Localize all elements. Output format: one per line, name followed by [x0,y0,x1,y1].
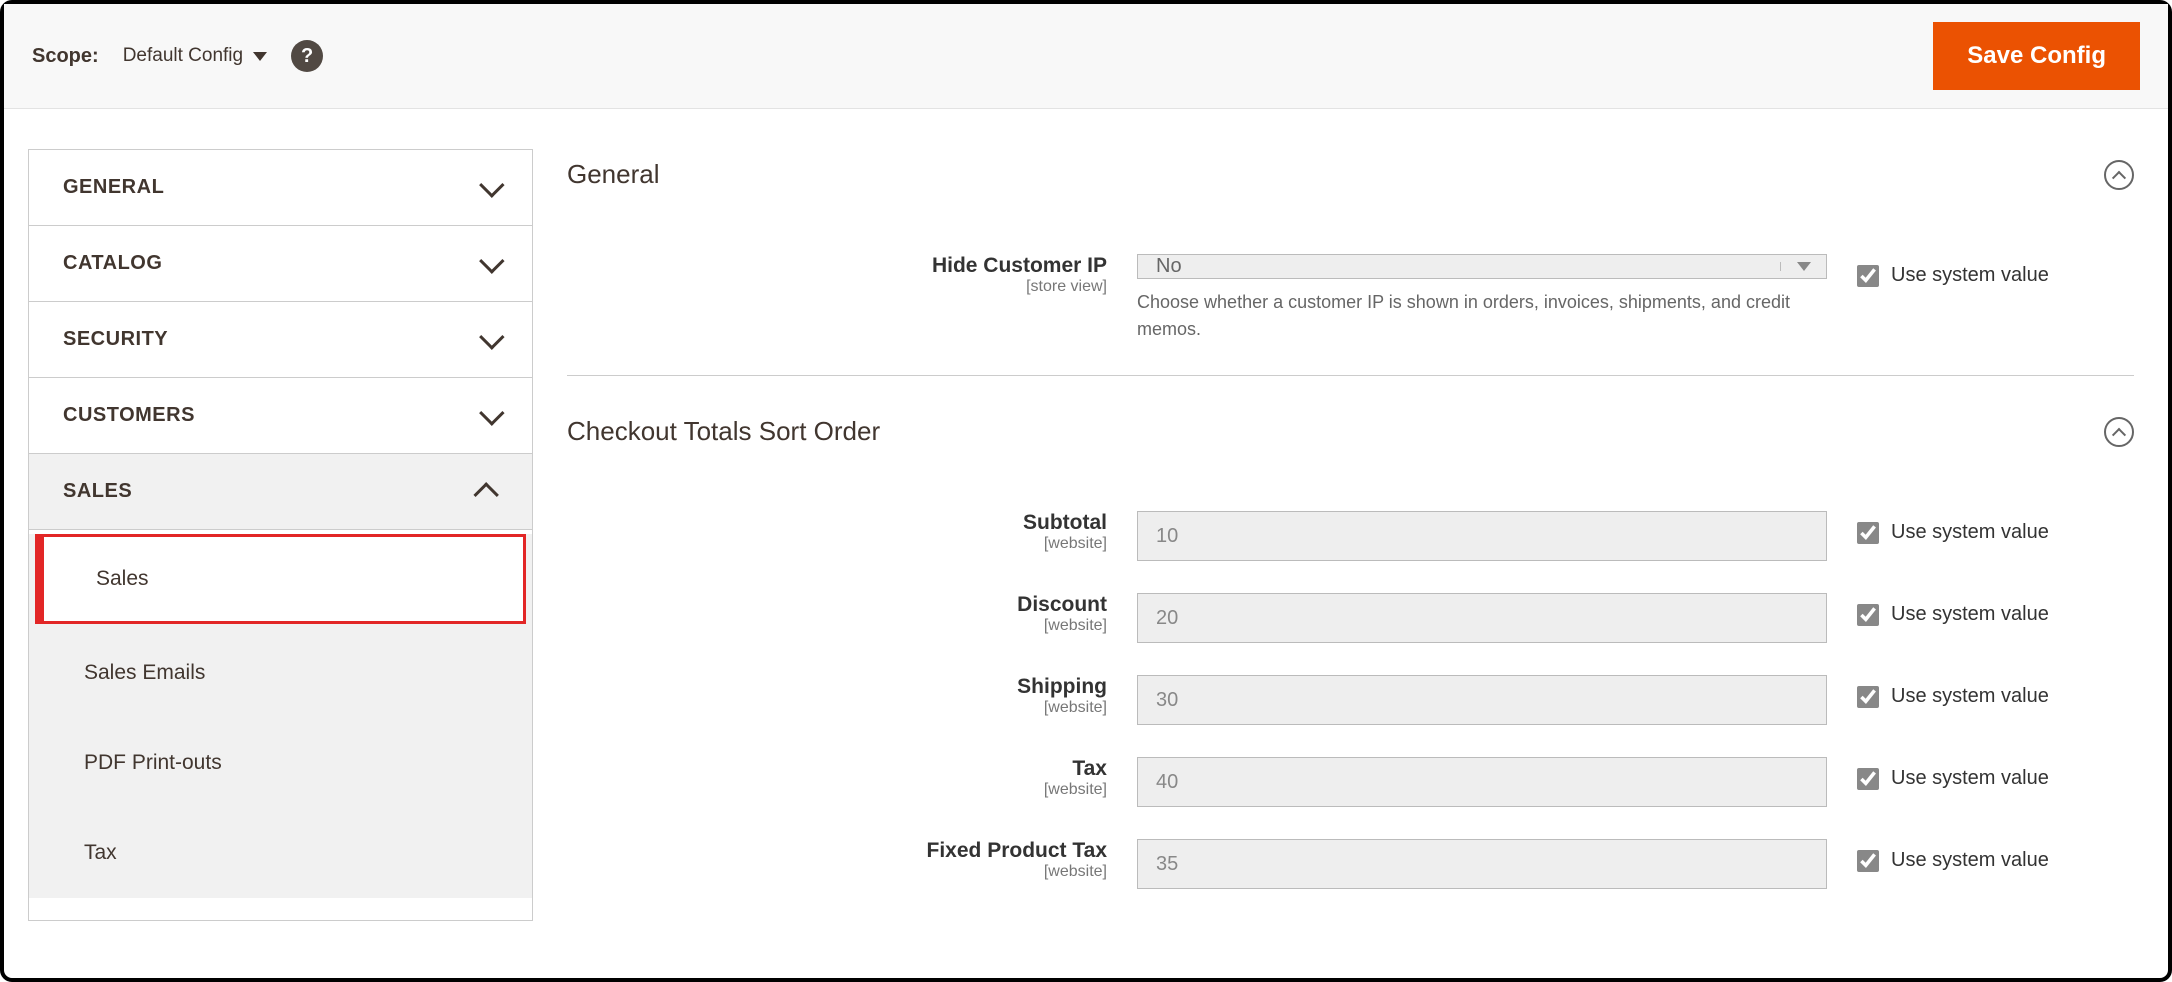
sidebar-sublist-sales: Sales Sales Emails PDF Print-outs Tax [29,534,532,898]
sidebar-item-sales-emails[interactable]: Sales Emails [29,628,532,718]
field-control: Use system value [1137,757,2134,807]
save-config-button[interactable]: Save Config [1933,22,2140,90]
scope-value: Default Config [123,45,243,67]
sidebar-group-label: GENERAL [63,176,164,199]
collapse-button[interactable] [2104,160,2134,190]
use-system-value-check[interactable]: Use system value [1857,254,2049,287]
field-shipping: Shipping [website] Use system value [567,675,2134,725]
chevron-down-icon [479,172,504,197]
field-tax: Tax [website] Use system value [567,757,2134,807]
shipping-input[interactable] [1137,675,1827,725]
field-discount: Discount [website] Use system value [567,593,2134,643]
select-value: No [1156,255,1182,278]
use-system-value-check[interactable]: Use system value [1857,511,2049,544]
field-label: Subtotal [website] [567,511,1107,553]
field-scope: [website] [567,863,1107,881]
use-system-value-check[interactable]: Use system value [1857,839,2049,872]
use-system-value-checkbox[interactable] [1857,850,1879,872]
section-title: Checkout Totals Sort Order [567,416,880,447]
field-label: Hide Customer IP [store view] [567,254,1107,296]
sidebar-group-customers[interactable]: CUSTOMERS [29,378,532,454]
field-scope: [website] [567,699,1107,717]
chevron-down-icon [479,324,504,349]
use-system-value-checkbox[interactable] [1857,265,1879,287]
sidebar-group-catalog[interactable]: CATALOG [29,226,532,302]
field-label-text: Fixed Product Tax [927,839,1107,862]
section-divider [567,375,2134,376]
section-header-checkout-totals[interactable]: Checkout Totals Sort Order [567,406,2134,481]
hide-ip-select[interactable]: No [1137,254,1827,279]
field-scope: [store view] [567,278,1107,296]
tax-input[interactable] [1137,757,1827,807]
field-label: Tax [website] [567,757,1107,799]
field-label-text: Tax [1072,757,1107,780]
field-control: Use system value [1137,839,2134,889]
topbar-left: Scope: Default Config ? [32,40,323,72]
field-label-text: Subtotal [1023,511,1107,534]
field-label: Discount [website] [567,593,1107,635]
use-system-value-label: Use system value [1891,521,2049,544]
main-panel: General Hide Customer IP [store view] No… [567,149,2144,921]
scope-dropdown[interactable]: Default Config [123,45,267,67]
sidebar-group-label: SALES [63,480,132,503]
use-system-value-label: Use system value [1891,685,2049,708]
chevron-up-icon [473,482,498,507]
use-system-value-label: Use system value [1891,767,2049,790]
chevron-down-icon [479,400,504,425]
field-control: Use system value [1137,675,2134,725]
field-control: No Choose whether a customer IP is shown… [1137,254,2134,343]
use-system-value-checkbox[interactable] [1857,768,1879,790]
sidebar-item-sales[interactable]: Sales [35,534,526,624]
use-system-value-check[interactable]: Use system value [1857,757,2049,790]
use-system-value-label: Use system value [1891,849,2049,872]
use-system-value-label: Use system value [1891,264,2049,287]
field-label: Fixed Product Tax [website] [567,839,1107,881]
caret-down-icon [253,52,267,61]
field-scope: [website] [567,535,1107,553]
section-title: General [567,159,660,190]
sidebar-item-pdf-printouts[interactable]: PDF Print-outs [29,718,532,808]
chevron-up-icon [2112,170,2126,184]
section-header-general[interactable]: General [567,149,2134,224]
field-fixed-product-tax: Fixed Product Tax [website] Use system v… [567,839,2134,889]
sidebar-group-label: CUSTOMERS [63,404,195,427]
use-system-value-checkbox[interactable] [1857,522,1879,544]
field-control: Use system value [1137,593,2134,643]
field-help-text: Choose whether a customer IP is shown in… [1137,289,1827,343]
chevron-down-icon [479,248,504,273]
use-system-value-check[interactable]: Use system value [1857,593,2049,626]
field-label-text: Discount [1017,593,1107,616]
sidebar-group-sales[interactable]: SALES [29,454,532,530]
field-scope: [website] [567,617,1107,635]
chevron-up-icon [2112,427,2126,441]
use-system-value-label: Use system value [1891,603,2049,626]
subtotal-input[interactable] [1137,511,1827,561]
field-subtotal: Subtotal [website] Use system value [567,511,2134,561]
use-system-value-checkbox[interactable] [1857,686,1879,708]
use-system-value-checkbox[interactable] [1857,604,1879,626]
use-system-value-check[interactable]: Use system value [1857,675,2049,708]
sidebar-group-general[interactable]: GENERAL [29,150,532,226]
field-hide-customer-ip: Hide Customer IP [store view] No Choose … [567,254,2134,343]
caret-down-icon [1797,262,1811,271]
field-scope: [website] [567,781,1107,799]
sidebar-group-label: SECURITY [63,328,168,351]
fixed-product-tax-input[interactable] [1137,839,1827,889]
sidebar-item-tax[interactable]: Tax [29,808,532,898]
help-icon[interactable]: ? [291,40,323,72]
config-sidebar: GENERAL CATALOG SECURITY CUSTOMERS SALES… [28,149,533,921]
sidebar-group-label: CATALOG [63,252,162,275]
sidebar-group-security[interactable]: SECURITY [29,302,532,378]
collapse-button[interactable] [2104,417,2134,447]
field-control: Use system value [1137,511,2134,561]
scope-label: Scope: [32,45,99,68]
field-label-text: Shipping [1017,675,1107,698]
field-label-text: Hide Customer IP [932,254,1107,277]
discount-input[interactable] [1137,593,1827,643]
field-label: Shipping [website] [567,675,1107,717]
topbar: Scope: Default Config ? Save Config [4,4,2168,109]
